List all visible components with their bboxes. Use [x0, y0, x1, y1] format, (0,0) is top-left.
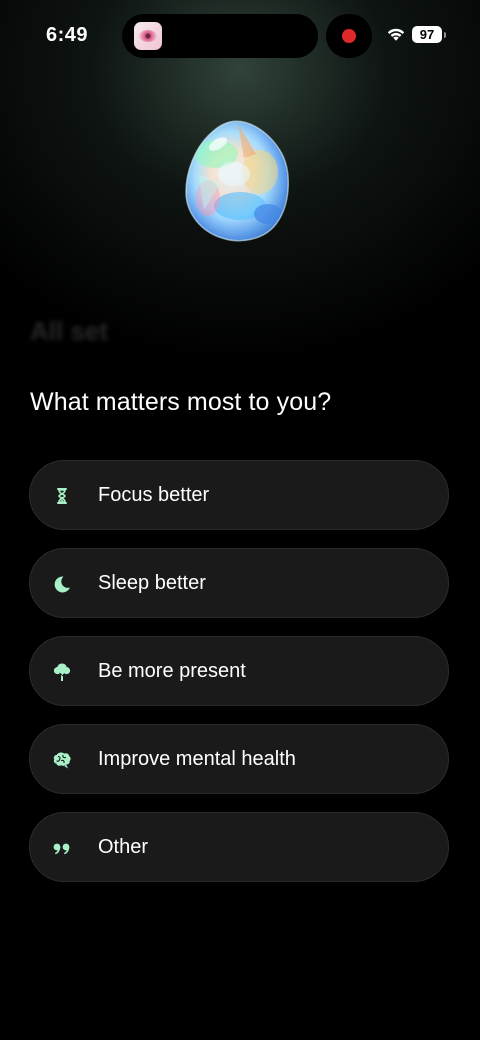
option-label: Other	[98, 836, 149, 858]
status-bar: 6:49 97	[0, 0, 480, 72]
dynamic-island[interactable]	[122, 14, 318, 58]
quote-icon	[53, 843, 70, 855]
tree-icon	[53, 663, 71, 681]
hourglass-icon	[57, 488, 67, 504]
question-heading: What matters most to you?	[30, 388, 332, 416]
option-focus-better[interactable]: Focus better	[29, 460, 449, 530]
option-label: Sleep better	[98, 572, 206, 594]
faded-heading: All set	[30, 316, 109, 346]
status-time: 6:49	[46, 24, 89, 46]
option-be-more-present[interactable]: Be more present	[29, 636, 449, 706]
option-label: Focus better	[98, 484, 210, 506]
option-improve-mental-health[interactable]: Improve mental health	[29, 724, 449, 794]
eye-icon	[139, 30, 157, 42]
app-icon	[134, 22, 162, 50]
option-other[interactable]: Other	[29, 812, 449, 882]
brain-icon	[53, 752, 71, 769]
screen: 6:49 97 All set What matters most to you…	[0, 0, 480, 1040]
battery-indicator: 97	[412, 26, 446, 43]
record-dot-icon	[342, 29, 356, 43]
option-label: Be more present	[98, 660, 246, 682]
opal-gem-illustration	[178, 114, 298, 250]
screen-recording-indicator[interactable]	[326, 14, 372, 58]
wifi-icon	[387, 28, 405, 41]
option-label: Improve mental health	[98, 748, 296, 770]
option-sleep-better[interactable]: Sleep better	[29, 548, 449, 618]
crescent-moon-icon	[54, 576, 70, 593]
